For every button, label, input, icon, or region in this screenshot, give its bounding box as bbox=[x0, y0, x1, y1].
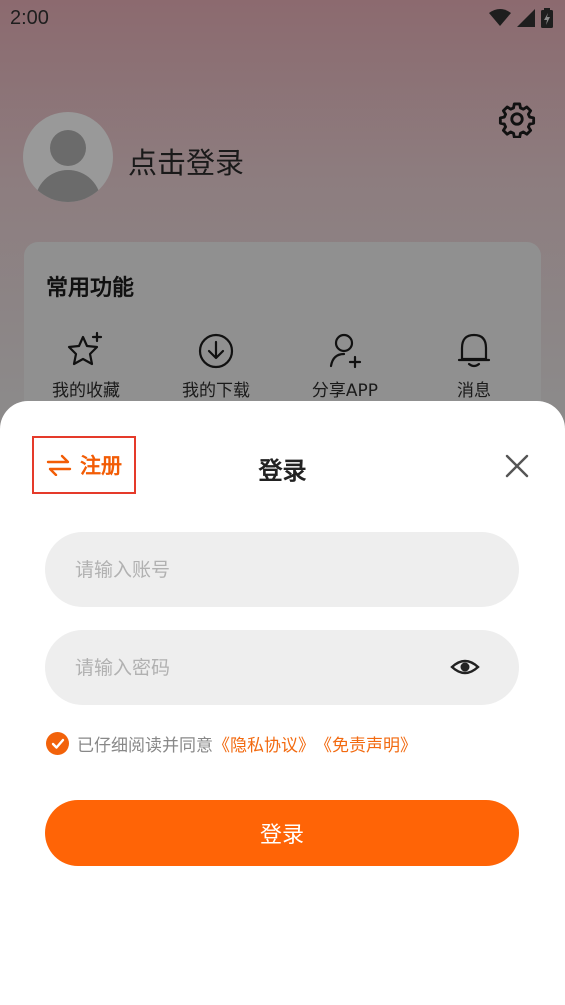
feature-label: 分享APP bbox=[311, 381, 379, 401]
disclaimer-link[interactable]: 《免责声明》 bbox=[315, 731, 417, 756]
feature-messages[interactable]: 消息 bbox=[419, 330, 529, 401]
login-bottom-sheet: 注册 登录 已仔细阅读并同意 《隐私协议》 《免责声明》 登录 bbox=[0, 401, 565, 1005]
checkmark-icon bbox=[51, 738, 64, 749]
feature-label: 我的收藏 bbox=[52, 381, 120, 401]
feature-label: 消息 bbox=[457, 381, 491, 401]
features-title: 常用功能 bbox=[46, 276, 135, 301]
feature-share-app[interactable]: 分享APP bbox=[290, 330, 400, 401]
agreement-row: 已仔细阅读并同意 《隐私协议》 《免责声明》 bbox=[46, 731, 417, 756]
privacy-policy-link[interactable]: 《隐私协议》 bbox=[213, 731, 315, 756]
download-icon bbox=[198, 333, 234, 369]
account-input[interactable] bbox=[45, 532, 519, 607]
bell-icon bbox=[457, 333, 491, 368]
battery-icon bbox=[541, 8, 553, 28]
feature-label: 我的下载 bbox=[182, 381, 250, 401]
close-icon[interactable] bbox=[500, 449, 534, 483]
login-prompt[interactable]: 点击登录 bbox=[128, 140, 244, 182]
agreement-text: 已仔细阅读并同意 bbox=[77, 736, 213, 756]
signal-icon bbox=[517, 9, 535, 27]
feature-downloads[interactable]: 我的下载 bbox=[161, 330, 271, 401]
avatar-body bbox=[35, 170, 101, 202]
status-icons bbox=[489, 8, 553, 28]
star-icon bbox=[67, 331, 103, 366]
sheet-title: 登录 bbox=[258, 457, 307, 485]
wifi-icon bbox=[489, 9, 511, 26]
feature-favorites[interactable]: 我的收藏 bbox=[31, 330, 141, 401]
password-input[interactable] bbox=[45, 630, 519, 705]
avatar-head bbox=[50, 130, 86, 166]
status-time: 2:00 bbox=[10, 7, 49, 29]
avatar[interactable] bbox=[23, 112, 113, 202]
agreement-checkbox[interactable] bbox=[46, 732, 69, 755]
show-password-eye-icon[interactable] bbox=[450, 654, 480, 680]
share-user-icon bbox=[329, 333, 362, 369]
settings-gear-icon[interactable] bbox=[498, 100, 536, 138]
login-button[interactable]: 登录 bbox=[45, 800, 519, 866]
status-bar: 2:00 bbox=[0, 0, 565, 38]
